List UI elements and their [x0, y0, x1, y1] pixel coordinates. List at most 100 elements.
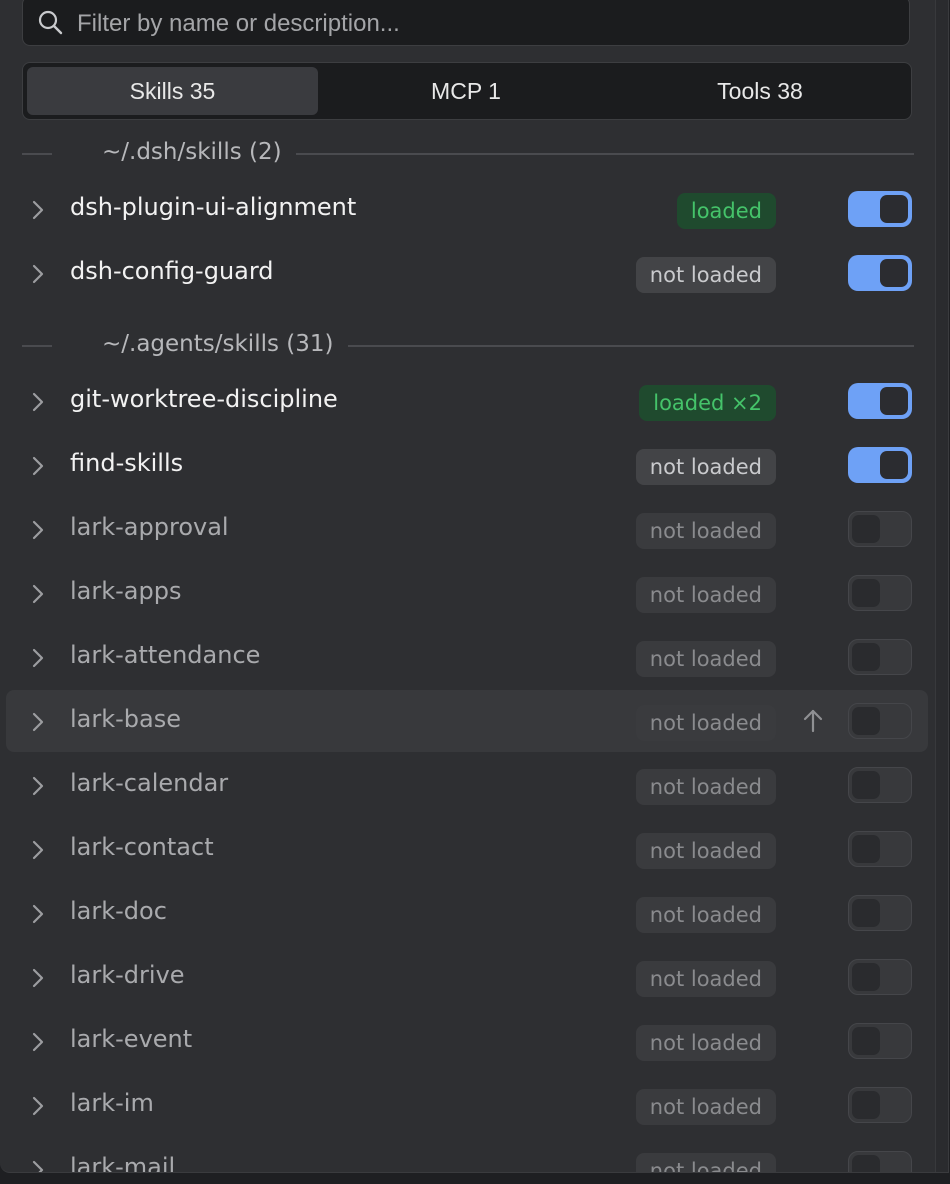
status-badge: not loaded	[635, 1089, 776, 1125]
toggle-knob	[852, 707, 880, 735]
chevron-right-icon[interactable]	[32, 712, 44, 737]
status-badge: not loaded	[635, 1025, 776, 1061]
skill-name: lark-approval	[70, 513, 229, 541]
enable-toggle[interactable]	[848, 895, 912, 931]
chevron-right-icon[interactable]	[32, 1096, 44, 1121]
skill-name: lark-im	[70, 1089, 154, 1117]
toggle-knob	[852, 771, 880, 799]
skill-row[interactable]: dsh-plugin-ui-alignment loaded	[6, 178, 928, 240]
status-badge: loaded ×2	[639, 385, 776, 421]
enable-toggle[interactable]	[848, 1023, 912, 1059]
status-badge: not loaded	[635, 449, 776, 485]
chevron-right-icon[interactable]	[32, 200, 44, 225]
chevron-right-icon[interactable]	[32, 648, 44, 673]
skill-row[interactable]: lark-mail not loaded	[6, 1138, 928, 1173]
skill-row[interactable]: lark-drive not loaded	[6, 946, 928, 1008]
divider	[22, 153, 52, 155]
status-badge: not loaded	[635, 769, 776, 805]
skill-row[interactable]: lark-calendar not loaded	[6, 754, 928, 816]
divider	[348, 345, 914, 347]
toggle-knob	[880, 259, 908, 287]
tab-mcp[interactable]: MCP 1	[321, 67, 611, 115]
skill-row[interactable]: git-worktree-discipline loaded ×2	[6, 370, 928, 432]
status-badge: not loaded	[635, 833, 776, 869]
enable-toggle[interactable]	[848, 959, 912, 995]
skill-name: lark-base	[70, 705, 182, 733]
skill-row[interactable]: find-skills not loaded	[6, 434, 928, 496]
enable-toggle[interactable]	[848, 1151, 912, 1172]
chevron-right-icon[interactable]	[32, 776, 44, 801]
chevron-right-icon[interactable]	[32, 520, 44, 545]
skill-row[interactable]: lark-event not loaded	[6, 1010, 928, 1072]
chevron-right-icon[interactable]	[32, 1160, 44, 1172]
skill-name: lark-attendance	[70, 641, 261, 669]
section-header: ~/.dsh/skills (2)	[0, 138, 914, 168]
enable-toggle[interactable]	[848, 447, 912, 483]
skill-name: lark-doc	[70, 897, 167, 925]
tab-tools[interactable]: Tools 38	[615, 67, 905, 115]
chevron-right-icon[interactable]	[32, 904, 44, 929]
status-badge: not loaded	[635, 1153, 776, 1172]
skill-row[interactable]: lark-approval not loaded	[6, 498, 928, 560]
skill-row[interactable]: lark-contact not loaded	[6, 818, 928, 880]
status-badge: not loaded	[635, 257, 776, 293]
chevron-right-icon[interactable]	[32, 456, 44, 481]
toggle-knob	[852, 515, 880, 543]
chevron-right-icon[interactable]	[32, 392, 44, 417]
divider	[22, 345, 52, 347]
toggle-knob	[852, 579, 880, 607]
skill-name: find-skills	[70, 449, 184, 477]
status-badge: not loaded	[635, 961, 776, 997]
skill-name: lark-mail	[70, 1153, 176, 1173]
skill-name: lark-calendar	[70, 769, 229, 797]
chevron-right-icon[interactable]	[32, 968, 44, 993]
chevron-right-icon[interactable]	[32, 1032, 44, 1057]
chevron-right-icon[interactable]	[32, 264, 44, 289]
skill-name: dsh-config-guard	[70, 257, 274, 285]
search-icon	[38, 10, 63, 35]
chevron-right-icon[interactable]	[32, 840, 44, 865]
enable-toggle[interactable]	[848, 255, 912, 291]
status-badge: not loaded	[635, 577, 776, 613]
skill-name: lark-event	[70, 1025, 193, 1053]
enable-toggle[interactable]	[848, 383, 912, 419]
skill-row[interactable]: lark-im not loaded	[6, 1074, 928, 1136]
status-badge: not loaded	[635, 641, 776, 677]
toggle-knob	[852, 963, 880, 991]
enable-toggle[interactable]	[848, 639, 912, 675]
status-badge: not loaded	[635, 513, 776, 549]
toggle-knob	[852, 1027, 880, 1055]
skills-panel: Skills 35 MCP 1 Tools 38 ~/.dsh/skills (…	[0, 0, 949, 1173]
status-badge: not loaded	[635, 897, 776, 933]
chevron-right-icon[interactable]	[32, 584, 44, 609]
toggle-knob	[880, 451, 908, 479]
skill-row[interactable]: lark-apps not loaded	[6, 562, 928, 624]
enable-toggle[interactable]	[848, 1087, 912, 1123]
tab-skills[interactable]: Skills 35	[27, 67, 318, 115]
toggle-knob	[852, 643, 880, 671]
enable-toggle[interactable]	[848, 191, 912, 227]
skill-row[interactable]: lark-doc not loaded	[6, 882, 928, 944]
toggle-knob	[880, 195, 908, 223]
skill-row[interactable]: lark-base not loaded	[6, 690, 928, 752]
enable-toggle[interactable]	[848, 575, 912, 611]
tab-bar: Skills 35 MCP 1 Tools 38	[22, 62, 912, 120]
enable-toggle[interactable]	[848, 831, 912, 867]
enable-toggle[interactable]	[848, 703, 912, 739]
arrow-up-icon[interactable]	[802, 708, 824, 739]
toggle-knob	[852, 835, 880, 863]
toggle-knob	[880, 387, 908, 415]
section-header: ~/.agents/skills (31)	[0, 330, 914, 360]
skill-name: dsh-plugin-ui-alignment	[70, 193, 357, 221]
section-label: ~/.dsh/skills (2)	[102, 139, 282, 165]
search-input[interactable]	[75, 3, 899, 45]
enable-toggle[interactable]	[848, 511, 912, 547]
toggle-knob	[852, 899, 880, 927]
skill-name: lark-contact	[70, 833, 214, 861]
skill-row[interactable]: dsh-config-guard not loaded	[6, 242, 928, 304]
skill-row[interactable]: lark-attendance not loaded	[6, 626, 928, 688]
search-field[interactable]	[22, 0, 910, 46]
enable-toggle[interactable]	[848, 767, 912, 803]
skill-name: git-worktree-discipline	[70, 385, 338, 413]
scrollbar[interactable]	[935, 0, 948, 1172]
